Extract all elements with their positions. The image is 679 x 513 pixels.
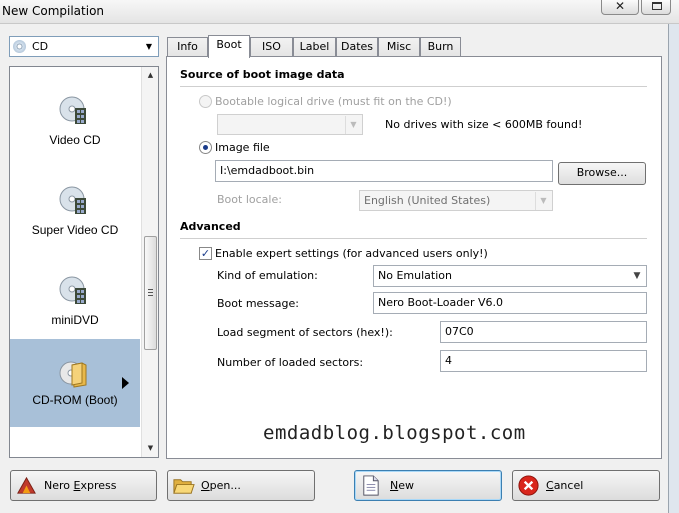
boot-message-input[interactable]: Nero Boot-Loader V6.0 [373,292,647,314]
media-type-select[interactable]: CD ▼ [9,36,159,57]
folder-disc-icon [59,361,87,388]
boot-message-label: Boot message: [217,297,299,310]
new-label: New [390,479,414,492]
list-item-label: Video CD [49,133,101,147]
chevron-down-icon: ▼ [535,192,551,210]
media-type-value: CD [32,40,49,53]
cd-icon [13,40,26,53]
emulation-value: No Emulation [378,269,452,282]
loaded-sectors-input[interactable]: 4 [440,350,647,372]
cancel-label: Cancel [546,479,584,492]
tab-burn[interactable]: Burn [420,37,461,57]
load-segment-label: Load segment of sectors (hex!): [217,326,393,339]
super-video-cd-icon [59,186,86,214]
section-title-advanced: Advanced [180,220,241,233]
list-item-partial[interactable] [10,441,140,457]
new-document-icon [363,475,379,496]
selection-arrow-icon [122,377,129,389]
chevron-down-icon: ▼ [345,116,361,134]
boot-locale-value: English (United States) [364,194,491,207]
boot-locale-label: Boot locale: [217,193,282,206]
open-button[interactable]: Open... [167,470,315,501]
open-folder-icon [173,479,195,494]
emulation-label: Kind of emulation: [217,269,318,282]
divider [180,86,647,87]
boot-tab-panel: Source of boot image data Bootable logic… [166,56,662,459]
expert-settings-checkbox[interactable]: ✓ [199,247,212,260]
expert-settings-label: Enable expert settings (for advanced use… [215,247,488,260]
tab-label[interactable]: Label [293,37,336,57]
title-bar: New Compilation ✕ [0,0,679,24]
chevron-down-icon: ▼ [633,271,641,281]
vertical-scrollbar[interactable]: ▲ ▼ [141,67,158,457]
window-title: New Compilation [2,4,105,18]
list-item-super-video-cd[interactable]: Super Video CD [10,167,140,255]
watermark-text: emdadblog.blogspot.com [263,422,526,444]
list-item-label: Super Video CD [31,223,119,237]
divider [180,238,647,239]
close-icon: ✕ [614,0,626,13]
open-label: Open... [201,479,241,492]
image-file-label: Image file [215,141,270,154]
minidvd-icon [59,276,86,304]
image-file-radio[interactable] [199,141,212,154]
list-item-minidvd[interactable]: miniDVD [10,257,140,345]
load-segment-input[interactable]: 07C0 [440,321,647,343]
tab-info[interactable]: Info [167,37,208,57]
section-title-source: Source of boot image data [180,68,345,81]
loaded-sectors-label: Number of loaded sectors: [217,356,364,369]
close-button[interactable]: ✕ [601,0,639,15]
video-cd-icon [59,96,86,124]
emulation-select[interactable]: No Emulation ▼ [373,265,647,287]
nero-express-icon [17,476,36,494]
list-item-video-cd[interactable]: Video CD [10,77,140,165]
maximize-icon [652,2,662,10]
window-edge [668,24,679,513]
chevron-down-icon[interactable]: ▼ [142,39,156,54]
tab-dates[interactable]: Dates [336,37,378,57]
boot-locale-select[interactable]: English (United States) ▼ [359,190,553,211]
tab-boot[interactable]: Boot [208,35,250,58]
logical-drive-radio[interactable] [199,95,212,108]
logical-drive-label: Bootable logical drive (must fit on the … [215,95,452,108]
nero-express-button[interactable]: Nero Express [10,470,157,501]
logical-drive-select[interactable]: ▼ [217,114,363,135]
list-item-label: miniDVD [51,313,99,327]
scroll-thumb[interactable] [144,236,157,350]
tab-iso[interactable]: ISO [250,37,293,57]
cancel-button[interactable]: Cancel [512,470,660,501]
scroll-down-icon[interactable]: ▼ [142,440,158,457]
list-item-cd-rom-boot[interactable]: CD-ROM (Boot) [10,339,140,427]
no-drives-message: No drives with size < 600MB found! [385,118,583,131]
tab-misc[interactable]: Misc [378,37,420,57]
list-item-label: CD-ROM (Boot) [32,393,118,407]
cancel-icon [518,475,539,496]
compilation-type-list[interactable]: Video CD Super Video CD miniDVD CD-ROM (… [9,66,159,458]
new-button[interactable]: New [354,470,502,501]
grip-icon [148,289,153,296]
maximize-button[interactable] [641,0,671,15]
image-file-input[interactable]: I:\emdadboot.bin [215,160,553,182]
scroll-up-icon[interactable]: ▲ [142,67,158,84]
nero-express-label: Nero Express [44,479,117,492]
browse-button[interactable]: Browse... [558,162,646,185]
